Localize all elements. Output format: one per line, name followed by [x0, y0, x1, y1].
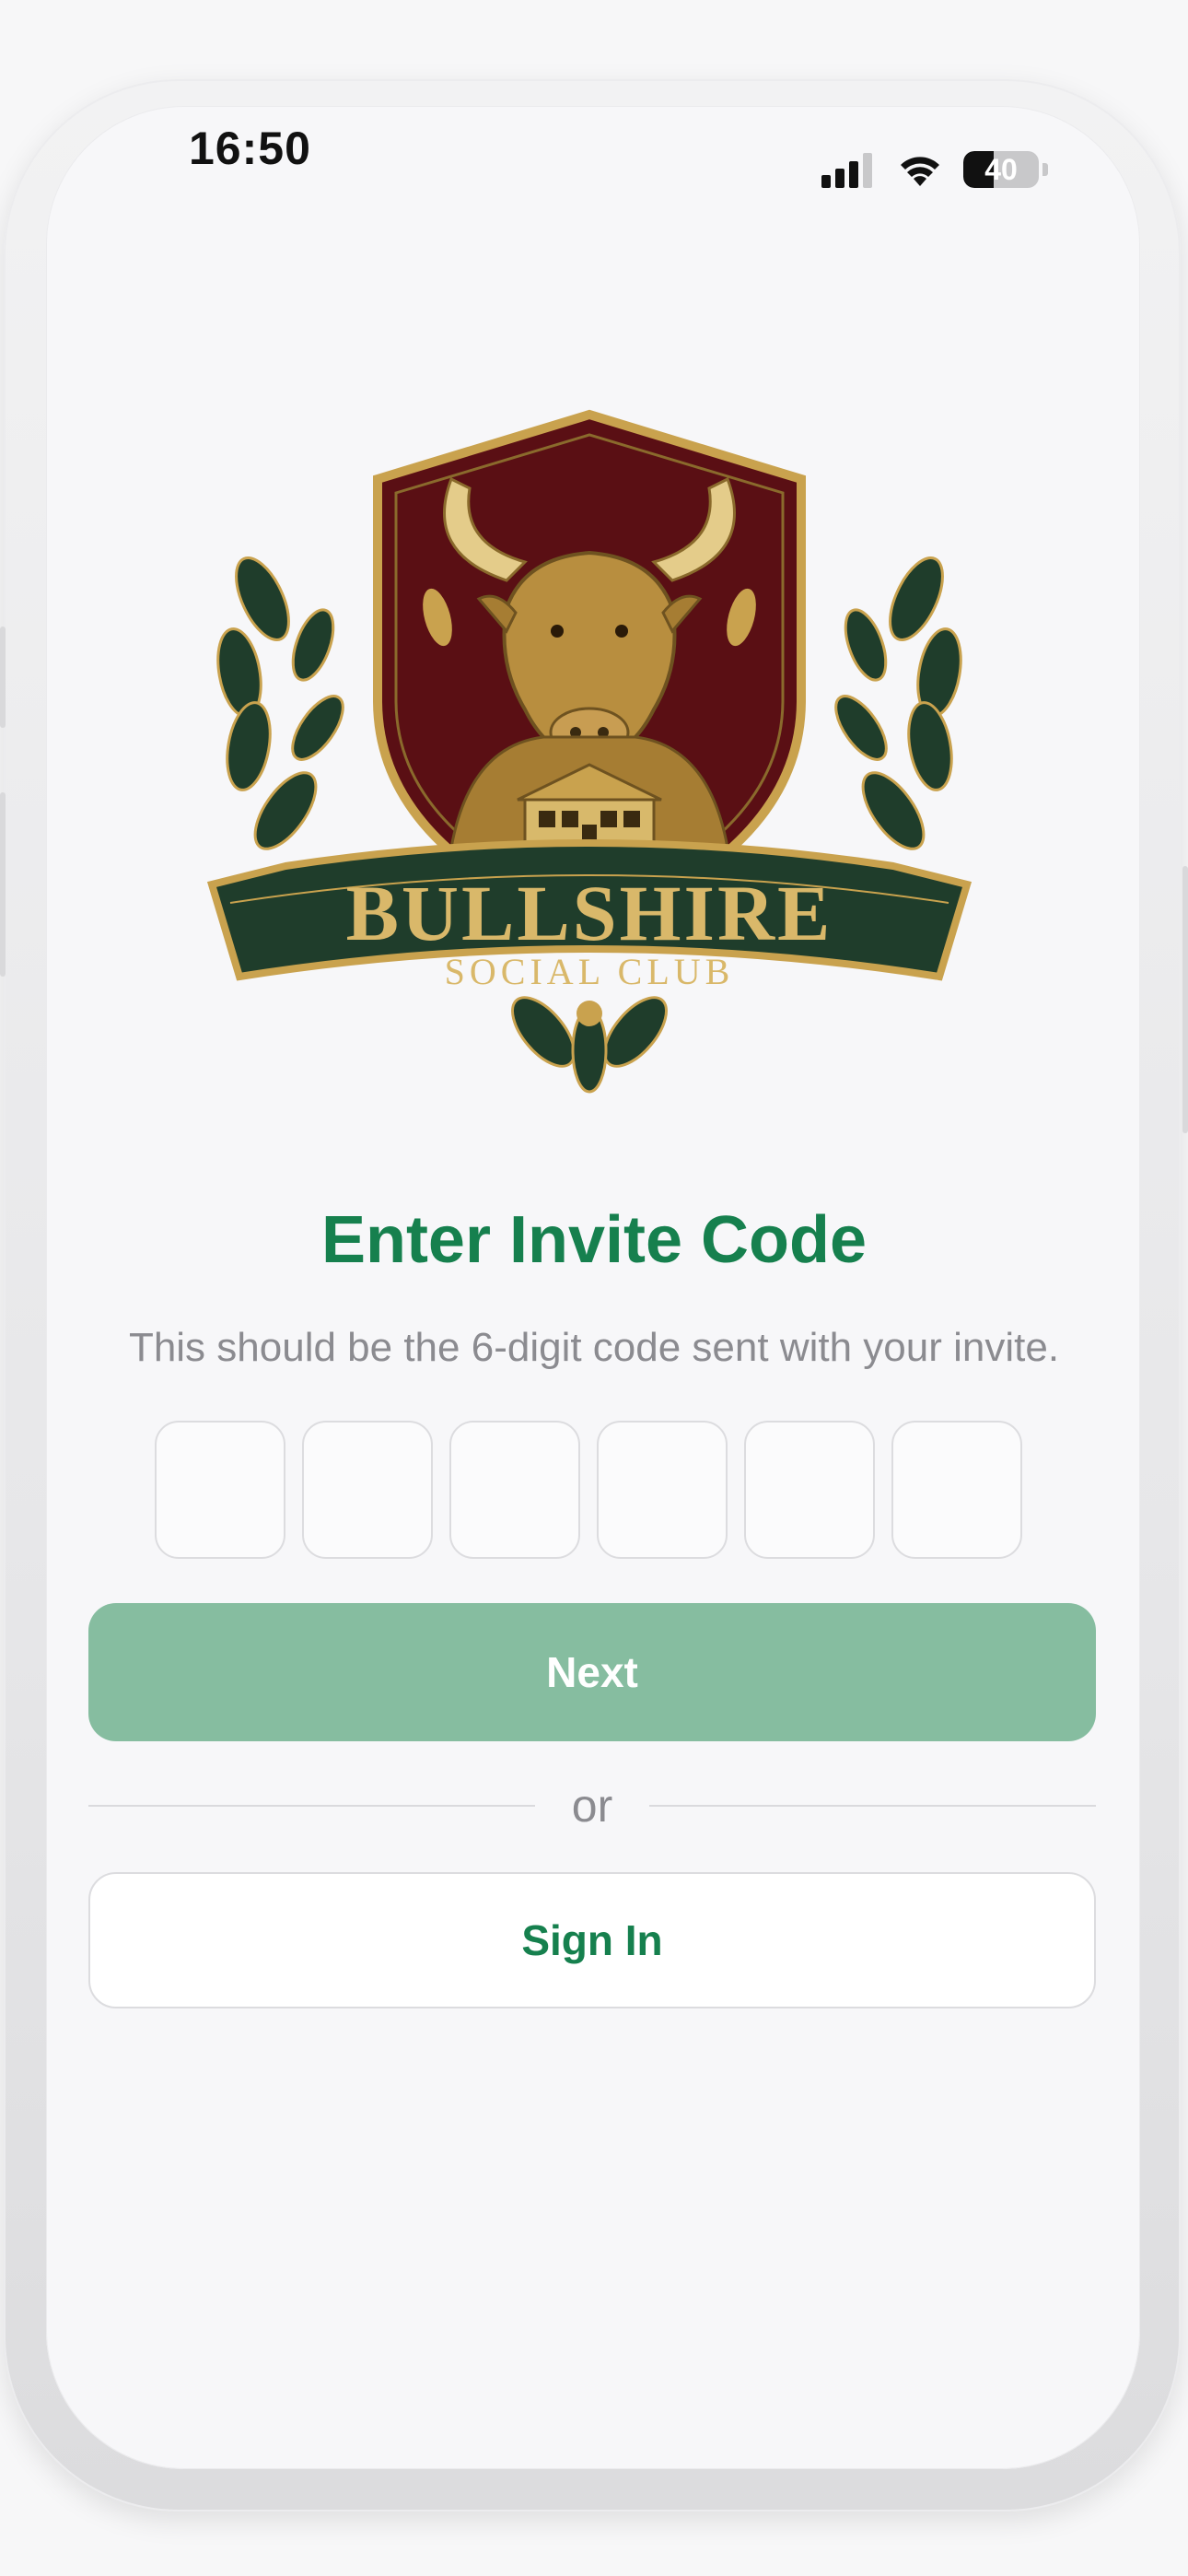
phone-side-button-right: [1182, 866, 1188, 1133]
phone-side-button-left: [0, 626, 6, 728]
battery-body: 40: [963, 151, 1039, 188]
battery-level: 40: [984, 152, 1018, 186]
code-digit-2[interactable]: [302, 1421, 433, 1559]
bullshire-logo: BULLSHIRE SOCIAL CLUB: [206, 409, 973, 1094]
code-digit-6[interactable]: [891, 1421, 1022, 1559]
instruction-text: This should be the 6-digit code sent wit…: [128, 1325, 1060, 1370]
oak-branch-left: [216, 556, 344, 850]
battery-icon: 40: [963, 151, 1048, 188]
logo-name: BULLSHIRE: [346, 869, 833, 957]
acorn: [577, 1001, 602, 1026]
code-digit-5[interactable]: [744, 1421, 875, 1559]
battery-cap: [1042, 163, 1048, 176]
wifi-icon: [901, 157, 939, 186]
phone-side-button-left-2: [0, 792, 6, 977]
page-title: Enter Invite Code: [320, 1203, 868, 1277]
status-time: 16:50: [189, 123, 311, 174]
or-divider: or: [88, 1778, 1096, 1833]
cellular-signal-icon: [821, 153, 872, 188]
code-digit-1[interactable]: [155, 1421, 285, 1559]
invite-code-input: [155, 1421, 1022, 1559]
divider-label: or: [571, 1780, 613, 1832]
oak-branch-right: [834, 556, 962, 850]
code-digit-4[interactable]: [597, 1421, 728, 1559]
logo-subtitle: SOCIAL CLUB: [445, 951, 735, 992]
status-icons: 40: [820, 147, 1048, 192]
screen-canvas: 16:50 40 BULLSHIRE SOCIAL CLUB Enter Inv…: [0, 0, 1188, 2576]
divider-line-right: [649, 1805, 1096, 1807]
sign-in-button[interactable]: Sign In: [88, 1872, 1096, 2008]
next-button[interactable]: Next: [88, 1603, 1096, 1741]
code-digit-3[interactable]: [449, 1421, 580, 1559]
divider-line-left: [88, 1805, 535, 1807]
